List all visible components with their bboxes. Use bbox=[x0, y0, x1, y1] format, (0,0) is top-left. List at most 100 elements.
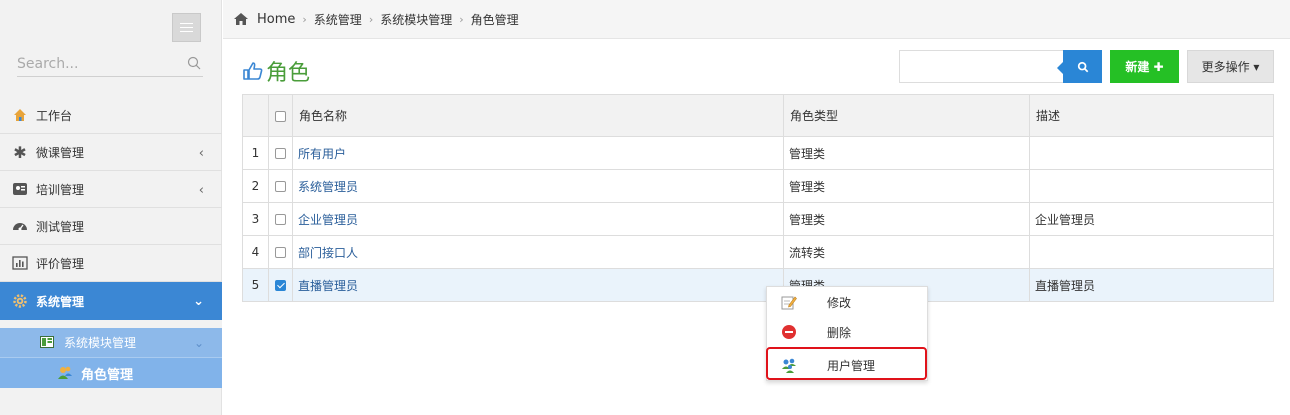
row-index: 4 bbox=[242, 235, 269, 269]
context-menu-label: 修改 bbox=[827, 295, 852, 310]
select-all-header bbox=[268, 94, 293, 137]
users-icon bbox=[57, 366, 73, 380]
breadcrumb-item[interactable]: 系统模块管理 bbox=[380, 11, 452, 28]
new-button[interactable]: 新建 ✚ bbox=[1110, 50, 1179, 83]
chevron-left-icon: ‹ bbox=[198, 183, 204, 198]
row-checkbox[interactable] bbox=[275, 247, 286, 258]
more-actions-dropdown[interactable]: 更多操作 ▾ bbox=[1187, 50, 1274, 83]
role-type: 管理类 bbox=[783, 202, 1030, 236]
breadcrumb-separator-icon: › bbox=[302, 12, 307, 26]
role-name[interactable]: 企业管理员 bbox=[292, 202, 784, 236]
role-name[interactable]: 部门接口人 bbox=[292, 235, 784, 269]
home-icon bbox=[12, 107, 28, 123]
new-button-label: 新建 ✚ bbox=[1125, 60, 1164, 74]
asterisk-icon: ✱ bbox=[13, 142, 27, 162]
chevron-down-icon: ⌄ bbox=[193, 336, 204, 350]
sidebar-item-testing[interactable]: 测试管理 bbox=[0, 208, 222, 245]
row-index: 5 bbox=[242, 268, 269, 302]
search-button[interactable] bbox=[1063, 50, 1102, 83]
column-header-type[interactable]: 角色类型 bbox=[783, 94, 1030, 137]
sidebar-search-input[interactable] bbox=[17, 53, 177, 75]
context-menu-item-user-management[interactable]: 用户管理 bbox=[767, 350, 927, 380]
context-menu-item-edit[interactable]: 修改 bbox=[767, 287, 927, 317]
sidebar-item-evaluation[interactable]: 评价管理 bbox=[0, 245, 222, 282]
system-submenu: 系统模块管理 ⌄ 角色管理 bbox=[0, 320, 222, 388]
sidebar-item-training[interactable]: 培训管理 ‹ bbox=[0, 171, 222, 208]
role-name[interactable]: 所有用户 bbox=[292, 136, 784, 170]
sidebar-nav: 工作台 ✱ 微课管理 ‹ 培训管理 ‹ 测试管理 评价管理 系统管理 ⌄ 系统模… bbox=[0, 97, 222, 388]
role-description bbox=[1029, 169, 1274, 203]
sidebar-item-module-management[interactable]: 系统模块管理 ⌄ bbox=[0, 328, 222, 358]
column-header-name[interactable]: 角色名称 bbox=[292, 94, 784, 137]
module-icon bbox=[40, 335, 56, 350]
sidebar-item-microcourse[interactable]: ✱ 微课管理 ‹ bbox=[0, 134, 222, 171]
breadcrumb-item: 角色管理 bbox=[470, 12, 519, 27]
row-index: 1 bbox=[242, 136, 269, 170]
context-menu-label: 删除 bbox=[827, 325, 852, 340]
breadcrumb-item[interactable]: 系统管理 bbox=[314, 11, 362, 28]
sidebar: 工作台 ✱ 微课管理 ‹ 培训管理 ‹ 测试管理 评价管理 bbox=[0, 0, 222, 415]
row-checkbox-checked[interactable] bbox=[275, 280, 286, 291]
sidebar-item-label: 培训管理 bbox=[36, 182, 85, 197]
table-row[interactable]: 2 系统管理员 管理类 bbox=[242, 169, 1274, 203]
page-title-text: 角色 bbox=[266, 61, 311, 86]
home-icon[interactable] bbox=[233, 12, 249, 26]
training-icon bbox=[12, 181, 28, 197]
more-actions-label: 更多操作 ▾ bbox=[1201, 60, 1260, 74]
context-menu-item-delete[interactable]: 删除 bbox=[767, 317, 927, 347]
page-title: 角色 bbox=[242, 55, 310, 87]
table-row[interactable]: 3 企业管理员 管理类 企业管理员 bbox=[242, 202, 1274, 236]
sidebar-subitem-label: 角色管理 bbox=[81, 367, 134, 383]
toolbar-search-input[interactable] bbox=[900, 51, 1063, 82]
context-menu: 修改 删除 用户管理 bbox=[766, 286, 928, 381]
sidebar-item-workbench[interactable]: 工作台 bbox=[0, 97, 222, 134]
row-checkbox-cell bbox=[268, 235, 293, 269]
role-description bbox=[1029, 136, 1274, 170]
role-description bbox=[1029, 235, 1274, 269]
chevron-down-icon: ⌄ bbox=[193, 294, 204, 309]
role-type: 管理类 bbox=[783, 169, 1030, 203]
sidebar-item-label: 测试管理 bbox=[36, 219, 85, 234]
chevron-left-icon: ‹ bbox=[198, 146, 204, 161]
select-all-checkbox[interactable] bbox=[275, 110, 286, 122]
sidebar-item-label: 评价管理 bbox=[36, 256, 85, 271]
roles-table: 角色名称 角色类型 描述 1 所有用户 管理类 2 系统管理员 管理类 3 企业… bbox=[242, 94, 1274, 302]
role-description: 企业管理员 bbox=[1029, 202, 1274, 236]
table-row-selected[interactable]: 5 直播管理员 管理类 直播管理员 bbox=[242, 268, 1274, 302]
row-checkbox[interactable] bbox=[275, 181, 286, 192]
breadcrumb-home[interactable]: Home bbox=[257, 12, 295, 27]
role-name[interactable]: 直播管理员 bbox=[292, 268, 784, 302]
sidebar-search bbox=[17, 53, 203, 77]
sidebar-item-label: 工作台 bbox=[36, 108, 73, 123]
menu-toggle-button[interactable] bbox=[172, 13, 201, 42]
row-checkbox[interactable] bbox=[275, 214, 286, 225]
delete-icon bbox=[781, 324, 797, 340]
search-icon[interactable] bbox=[187, 56, 201, 70]
sidebar-item-label: 微课管理 bbox=[36, 145, 85, 160]
toolbar-search bbox=[899, 50, 1063, 83]
user-group-icon bbox=[781, 357, 797, 373]
sidebar-item-role-management[interactable]: 角色管理 bbox=[0, 358, 222, 388]
row-checkbox-cell bbox=[268, 136, 293, 170]
row-checkbox[interactable] bbox=[275, 148, 286, 159]
gear-icon bbox=[12, 293, 28, 309]
row-index: 2 bbox=[242, 169, 269, 203]
row-checkbox-cell bbox=[268, 268, 293, 302]
edit-icon bbox=[781, 294, 797, 310]
role-description: 直播管理员 bbox=[1029, 268, 1274, 302]
breadcrumb-separator-icon: › bbox=[459, 12, 464, 26]
table-row[interactable]: 1 所有用户 管理类 bbox=[242, 136, 1274, 170]
row-checkbox-cell bbox=[268, 202, 293, 236]
table-row[interactable]: 4 部门接口人 流转类 bbox=[242, 235, 1274, 269]
sidebar-subitem-label: 系统模块管理 bbox=[64, 336, 137, 350]
role-name[interactable]: 系统管理员 bbox=[292, 169, 784, 203]
column-header-description[interactable]: 描述 bbox=[1029, 94, 1274, 137]
role-type: 流转类 bbox=[783, 235, 1030, 269]
index-header bbox=[242, 94, 269, 137]
role-type: 管理类 bbox=[783, 136, 1030, 170]
row-index: 3 bbox=[242, 202, 269, 236]
table-header-row: 角色名称 角色类型 描述 bbox=[242, 94, 1274, 137]
sidebar-item-system[interactable]: 系统管理 ⌄ bbox=[0, 282, 222, 320]
dashboard-icon bbox=[12, 218, 28, 234]
bar-chart-icon bbox=[12, 255, 28, 271]
